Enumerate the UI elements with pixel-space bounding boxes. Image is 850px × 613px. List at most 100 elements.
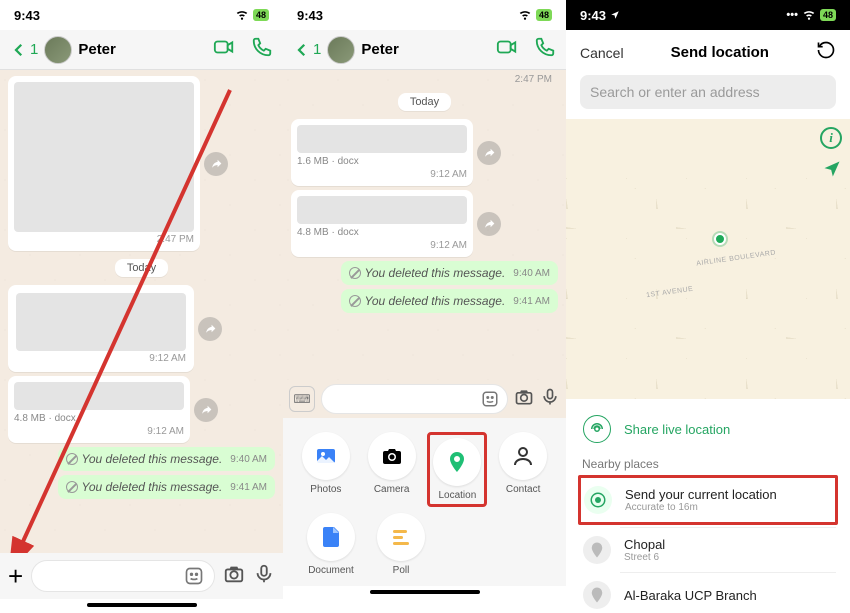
attach-document[interactable]: Document: [301, 513, 361, 576]
back-button[interactable]: 1: [293, 41, 321, 59]
attach-button[interactable]: +: [8, 561, 23, 592]
home-indicator: [87, 603, 197, 607]
nearby-place[interactable]: Al-Baraka UCP Branch: [580, 573, 836, 613]
mic-icon[interactable]: [253, 563, 275, 590]
attach-contact[interactable]: Contact: [493, 432, 553, 507]
back-button[interactable]: 1: [10, 41, 38, 59]
road-label: 1ST AVENUE: [646, 286, 694, 300]
keyboard-icon[interactable]: ⌨: [289, 386, 315, 412]
camera-icon[interactable]: [223, 563, 245, 590]
forward-icon[interactable]: [194, 398, 218, 422]
image-placeholder: [14, 82, 194, 232]
page-title: Send location: [671, 44, 769, 61]
status-bar: 9:43 48: [0, 0, 283, 30]
forward-icon[interactable]: [477, 212, 501, 236]
contact-name[interactable]: Peter: [78, 41, 207, 58]
back-count: 1: [30, 41, 38, 58]
call-icon[interactable]: [251, 36, 273, 63]
date-separator: Today: [115, 259, 168, 277]
battery-icon: 48: [820, 9, 836, 21]
message-bubble[interactable]: 2:47 PM: [8, 76, 200, 251]
status-time: 9:43: [14, 8, 40, 23]
contact-name[interactable]: Peter: [361, 41, 490, 58]
location-arrow-icon: [610, 10, 620, 20]
attachment-sheet: Photos Camera Location Contact Document: [283, 418, 566, 586]
map-view[interactable]: i AIRLINE BOULEVARD 1ST AVENUE: [566, 119, 850, 399]
image-placeholder: [16, 293, 186, 351]
deleted-text: You deleted this message.: [82, 452, 223, 466]
chat-body[interactable]: 2:47 PM Today 9:12 AM 4.8 MB · docx 9:12…: [0, 70, 283, 553]
battery-icon: 48: [253, 9, 269, 21]
message-bubble[interactable]: 9:12 AM: [8, 285, 194, 372]
chat-header: 1 Peter: [0, 30, 283, 70]
info-icon[interactable]: i: [820, 127, 842, 149]
mic-icon[interactable]: [540, 387, 560, 412]
file-meta: 4.8 MB · docx: [297, 227, 467, 238]
message-time: 2:47 PM: [515, 74, 552, 85]
sticker-icon[interactable]: [481, 390, 499, 408]
deleted-text: You deleted this message.: [82, 480, 223, 494]
file-bubble[interactable]: 4.8 MB · docx 9:12 AM: [8, 376, 190, 443]
message-time: 2:47 PM: [14, 234, 194, 245]
reload-button[interactable]: [816, 40, 836, 65]
video-call-icon[interactable]: [213, 36, 235, 63]
file-meta: 4.8 MB · docx: [14, 413, 184, 424]
wifi-icon: [802, 7, 816, 24]
camera-icon[interactable]: [514, 387, 534, 412]
send-current-location[interactable]: Send your current location Accurate to 1…: [581, 478, 835, 522]
message-time: 9:41 AM: [230, 482, 267, 493]
battery-icon: 48: [536, 9, 552, 21]
sticker-icon[interactable]: [184, 566, 204, 586]
cancel-button[interactable]: Cancel: [580, 45, 624, 61]
location-header: Cancel Send location Search or enter an …: [566, 30, 850, 119]
status-time: 9:43: [297, 8, 323, 23]
forward-icon[interactable]: [198, 317, 222, 341]
place-icon: [583, 536, 611, 564]
file-placeholder: [14, 382, 184, 410]
attach-location[interactable]: Location: [427, 432, 487, 507]
wifi-icon: [518, 7, 532, 24]
file-placeholder: [297, 196, 467, 224]
nearby-places-label: Nearby places: [580, 451, 836, 473]
file-bubble[interactable]: 1.6 MB · docx 9:12 AM: [291, 119, 473, 186]
call-icon[interactable]: [534, 36, 556, 63]
file-bubble[interactable]: 4.8 MB · docx 9:12 AM: [291, 190, 473, 257]
chat-header: 1 Peter: [283, 30, 566, 70]
message-time: 9:40 AM: [230, 454, 267, 465]
file-meta: 1.6 MB · docx: [297, 156, 467, 167]
deleted-message: You deleted this message. 9:41 AM: [341, 289, 558, 313]
forbidden-icon: [349, 295, 361, 307]
location-list: Share live location Nearby places Send y…: [566, 399, 850, 613]
deleted-message: You deleted this message. 9:40 AM: [341, 261, 558, 285]
locate-me-button[interactable]: [822, 159, 842, 184]
attach-photos[interactable]: Photos: [296, 432, 356, 507]
forward-icon[interactable]: [477, 141, 501, 165]
date-separator: Today: [398, 93, 451, 111]
attach-poll[interactable]: Poll: [371, 513, 431, 576]
message-input[interactable]: [31, 560, 215, 592]
status-bar: 9:43 ••• 48: [566, 0, 850, 30]
nearby-place[interactable]: Chopal Street 6: [580, 528, 836, 572]
message-time: 9:12 AM: [297, 240, 467, 251]
chat-body[interactable]: 2:47 PM Today 1.6 MB · docx 9:12 AM 4.8 …: [283, 70, 566, 380]
status-indicators: ••• 48: [786, 7, 836, 24]
avatar[interactable]: [327, 36, 355, 64]
share-live-icon: [583, 415, 611, 443]
avatar[interactable]: [44, 36, 72, 64]
status-indicators: 48: [235, 7, 269, 24]
status-time: 9:43: [580, 8, 620, 23]
input-bar: +: [0, 553, 283, 599]
search-input[interactable]: Search or enter an address: [580, 75, 836, 109]
message-time: 9:12 AM: [14, 426, 184, 437]
current-location-icon: [584, 486, 612, 514]
deleted-message: You deleted this message. 9:41 AM: [58, 475, 275, 499]
attach-camera[interactable]: Camera: [362, 432, 422, 507]
status-indicators: 48: [518, 7, 552, 24]
deleted-message: You deleted this message. 9:40 AM: [58, 447, 275, 471]
message-input[interactable]: [321, 384, 508, 414]
video-call-icon[interactable]: [496, 36, 518, 63]
current-location-dot: [714, 233, 726, 245]
forward-icon[interactable]: [204, 152, 228, 176]
share-live-location[interactable]: Share live location: [580, 407, 836, 451]
place-icon: [583, 581, 611, 609]
